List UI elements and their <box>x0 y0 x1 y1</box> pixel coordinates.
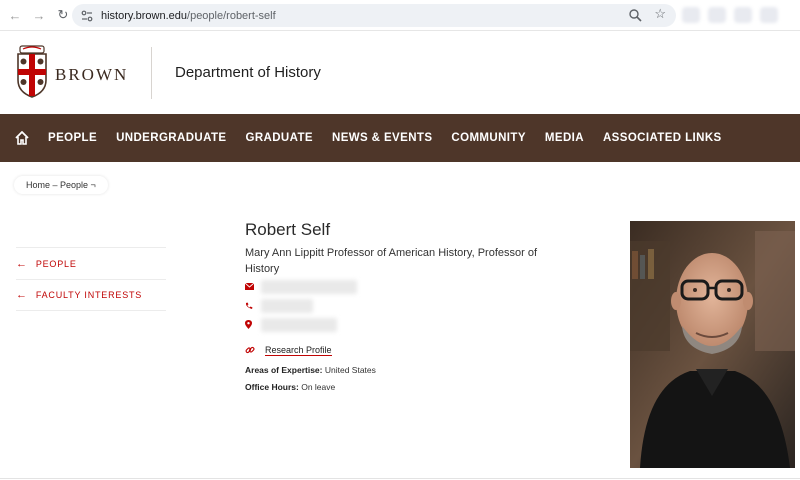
url-host: history.brown.edu <box>101 9 188 22</box>
url-path: /people/robert-self <box>187 9 276 22</box>
address-bar[interactable]: history.brown.edu/people/robert-self ☆ <box>72 4 676 27</box>
department-title[interactable]: Department of History <box>175 64 321 81</box>
office-hours-label: Office Hours: <box>245 382 299 392</box>
nav-item-media[interactable]: MEDIA <box>545 132 584 144</box>
site-settings-icon[interactable] <box>80 9 94 23</box>
forward-icon[interactable]: → <box>30 6 48 24</box>
redacted-location <box>261 317 337 332</box>
nav-item-community[interactable]: COMMUNITY <box>451 132 526 144</box>
nav-item-people[interactable]: PEOPLE <box>48 132 97 144</box>
sidebar-item-label: FACULTY INTERESTS <box>35 290 143 300</box>
extension-icon[interactable] <box>734 7 752 23</box>
contact-location <box>245 315 575 334</box>
nav-item-graduate[interactable]: GRADUATE <box>245 132 313 144</box>
site-header: BROWN Department of History <box>0 31 800 114</box>
extension-icon[interactable] <box>760 7 778 23</box>
extension-icon[interactable] <box>682 7 700 23</box>
areas-of-expertise: Areas of Expertise: United States <box>245 365 575 375</box>
nav-item-news-events[interactable]: NEWS & EVENTS <box>332 132 432 144</box>
contact-email <box>245 277 575 296</box>
browser-toolbar: ← → ↻ history.brown.edu/people/robert-se… <box>0 0 800 31</box>
arrow-left-icon: ← <box>16 257 28 270</box>
brand-wordmark[interactable]: BROWN <box>55 65 128 85</box>
nav-item-undergraduate[interactable]: UNDERGRADUATE <box>116 132 226 144</box>
expertise-value: United States <box>324 365 376 375</box>
map-pin-icon <box>245 320 257 329</box>
main-nav: PEOPLE UNDERGRADUATE GRADUATE NEWS & EVE… <box>0 114 800 162</box>
sidebar-item-label: PEOPLE <box>35 258 77 269</box>
profile-title: Mary Ann Lippitt Professor of American H… <box>245 247 538 275</box>
page-bottom-divider <box>0 478 800 479</box>
research-profile-link[interactable]: Research Profile <box>265 345 332 356</box>
link-icon <box>245 345 257 355</box>
nav-item-associated-links[interactable]: ASSOCIATED LINKS <box>603 132 722 144</box>
profile-content: Robert Self Mary Ann Lippitt Professor o… <box>245 220 575 392</box>
arrow-left-icon: ← <box>16 289 28 301</box>
breadcrumb[interactable]: Home – People ¬ <box>14 176 108 194</box>
research-profile-row[interactable]: Research Profile <box>245 342 575 358</box>
zoom-icon[interactable] <box>628 8 642 22</box>
home-icon[interactable] <box>14 130 30 146</box>
url-text[interactable]: history.brown.edu/people/robert-self <box>101 10 276 22</box>
brown-shield-logo[interactable] <box>15 44 49 98</box>
reload-icon[interactable]: ↻ <box>54 6 72 24</box>
redacted-phone[interactable] <box>261 298 313 313</box>
header-divider <box>151 47 152 99</box>
extension-icon[interactable] <box>708 7 726 23</box>
office-hours: Office Hours: On leave <box>245 382 575 392</box>
profile-photo <box>630 221 795 468</box>
bookmark-star-icon[interactable]: ☆ <box>654 6 666 22</box>
envelope-icon <box>245 283 257 290</box>
contact-phone <box>245 296 575 315</box>
office-hours-value: On leave <box>301 382 336 392</box>
sidebar-item-faculty-interests[interactable]: ← FACULTY INTERESTS <box>16 279 166 311</box>
profile-name: Robert Self <box>245 220 331 239</box>
sidebar-item-people[interactable]: ← PEOPLE <box>16 247 166 279</box>
extensions-area <box>682 7 792 23</box>
redacted-email[interactable] <box>261 279 357 294</box>
back-icon[interactable]: ← <box>6 6 24 24</box>
expertise-label: Areas of Expertise: <box>245 365 323 375</box>
sidebar: ← PEOPLE ← FACULTY INTERESTS <box>16 247 166 311</box>
phone-icon <box>245 302 257 310</box>
